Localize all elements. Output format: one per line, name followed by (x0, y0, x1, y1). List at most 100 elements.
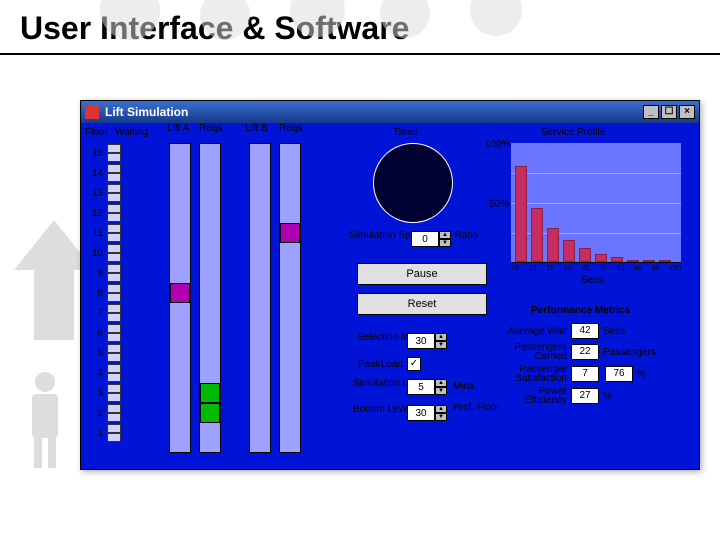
timer-dial (373, 143, 453, 223)
metrics-header: Performance Metrics (531, 305, 630, 316)
chart-bar (659, 260, 671, 262)
titlebar[interactable]: Lift Simulation _ ☐ × (81, 101, 699, 123)
lift-shaft-b (249, 143, 271, 453)
call-indicator[interactable] (107, 244, 121, 253)
metric-carried: Passengers Carried 22 Passengers (501, 343, 691, 361)
metric-power: Power Efficiency 27 % (501, 387, 691, 405)
floor-label: 8 (87, 288, 105, 299)
call-indicator[interactable] (107, 213, 121, 222)
chart-bar (579, 248, 591, 262)
floor-label: 1 (87, 428, 105, 439)
simlen-spinner: ▲▼ (407, 379, 447, 395)
call-indicator[interactable] (107, 193, 121, 202)
slide-title: User Interface & Software (0, 0, 720, 55)
spinner-up-icon[interactable]: ▲ (435, 379, 447, 387)
call-indicator[interactable] (107, 433, 121, 442)
header-lift-b: Lift B (245, 123, 268, 134)
metric-label: Passengers Carried (501, 343, 571, 361)
call-indicator[interactable] (107, 324, 121, 333)
floor-label: 9 (87, 268, 105, 279)
spinner-up-icon[interactable]: ▲ (435, 405, 447, 413)
peakload-checkbox[interactable]: ✓ (407, 357, 421, 371)
interval-label: Selection Interval (357, 333, 403, 342)
call-indicator[interactable] (107, 344, 121, 353)
call-indicator[interactable] (107, 293, 121, 302)
spinner-down-icon[interactable]: ▼ (435, 413, 447, 421)
simlen-unit: Mins (453, 381, 474, 392)
floor-label: 10 (87, 248, 105, 259)
floor-label: 12 (87, 208, 105, 219)
call-indicator[interactable] (107, 393, 121, 402)
call-indicator[interactable] (107, 373, 121, 382)
floor-label: 3 (87, 388, 105, 399)
call-indicator[interactable] (107, 404, 121, 413)
call-indicator[interactable] (107, 264, 121, 273)
floor-label: 4 (87, 368, 105, 379)
metric-unit: % (599, 391, 612, 402)
close-button[interactable]: × (679, 105, 695, 119)
call-indicator[interactable] (107, 273, 121, 282)
call-indicator[interactable] (107, 284, 121, 293)
spinner-down-icon[interactable]: ▼ (435, 341, 447, 349)
call-indicator[interactable] (107, 164, 121, 173)
spinner-down-icon[interactable]: ▼ (435, 387, 447, 395)
header-timer: Timer (393, 127, 418, 138)
floor-label: 14 (87, 168, 105, 179)
call-indicator[interactable] (107, 313, 121, 322)
chart-bar (531, 208, 543, 262)
maximize-button[interactable]: ☐ (661, 105, 677, 119)
metric-unit: Passengers (599, 347, 656, 358)
req-marker-a (200, 403, 220, 423)
bottom-input[interactable] (407, 405, 435, 421)
call-indicator[interactable] (107, 184, 121, 193)
call-indicator[interactable] (107, 413, 121, 422)
chart-bar (563, 240, 575, 262)
call-indicator[interactable] (107, 144, 121, 153)
bottom-unit: Pref. Floor (453, 403, 500, 412)
chart-bar (643, 260, 655, 262)
interval-input[interactable] (407, 333, 435, 349)
call-indicator[interactable] (107, 353, 121, 362)
sim-speed-input[interactable] (411, 231, 439, 247)
lift-car-b (280, 223, 300, 243)
metric-value: 27 (571, 388, 599, 404)
call-indicator[interactable] (107, 233, 121, 242)
call-indicator[interactable] (107, 224, 121, 233)
floor-label: 5 (87, 348, 105, 359)
chart-bar (595, 254, 607, 262)
call-indicator[interactable] (107, 204, 121, 213)
reset-button[interactable]: Reset (357, 293, 487, 315)
metric-unit: % (633, 369, 646, 380)
spinner-up-icon[interactable]: ▲ (435, 333, 447, 341)
call-indicator[interactable] (107, 153, 121, 162)
metric-value: 22 (571, 344, 599, 360)
interval-spinner: ▲▼ (407, 333, 447, 349)
simlen-input[interactable] (407, 379, 435, 395)
header-waiting: Waiting (115, 127, 148, 138)
spinner-up-icon[interactable]: ▲ (439, 231, 451, 239)
metric-value-2: 76 (605, 366, 633, 382)
call-indicator[interactable] (107, 364, 121, 373)
minimize-button[interactable]: _ (643, 105, 659, 119)
chart-bar (515, 166, 527, 262)
floor-label: 13 (87, 188, 105, 199)
header-service-profile: Service Profile (541, 127, 605, 138)
call-indicator[interactable] (107, 424, 121, 433)
metric-satisfaction: Passenger Satisfaction 7 76 % (501, 365, 691, 383)
call-indicator[interactable] (107, 173, 121, 182)
chart-xlabel: Secs (581, 275, 603, 286)
spinner-down-icon[interactable]: ▼ (439, 239, 451, 247)
call-indicator[interactable] (107, 333, 121, 342)
app-icon (85, 105, 99, 119)
chart-y50: 50% (489, 199, 509, 210)
reqs-shaft-b (279, 143, 301, 453)
call-indicator[interactable] (107, 253, 121, 262)
pause-button[interactable]: Pause (357, 263, 487, 285)
floor-label: 7 (87, 308, 105, 319)
chart-bar (547, 228, 559, 262)
call-indicator[interactable] (107, 304, 121, 313)
metric-avg-wait: Average Wait 42 Secs (501, 323, 691, 339)
bottom-label: Bottom Level (353, 405, 403, 414)
metrics-panel: Average Wait 42 Secs Passengers Carried … (501, 323, 691, 409)
call-indicator[interactable] (107, 384, 121, 393)
